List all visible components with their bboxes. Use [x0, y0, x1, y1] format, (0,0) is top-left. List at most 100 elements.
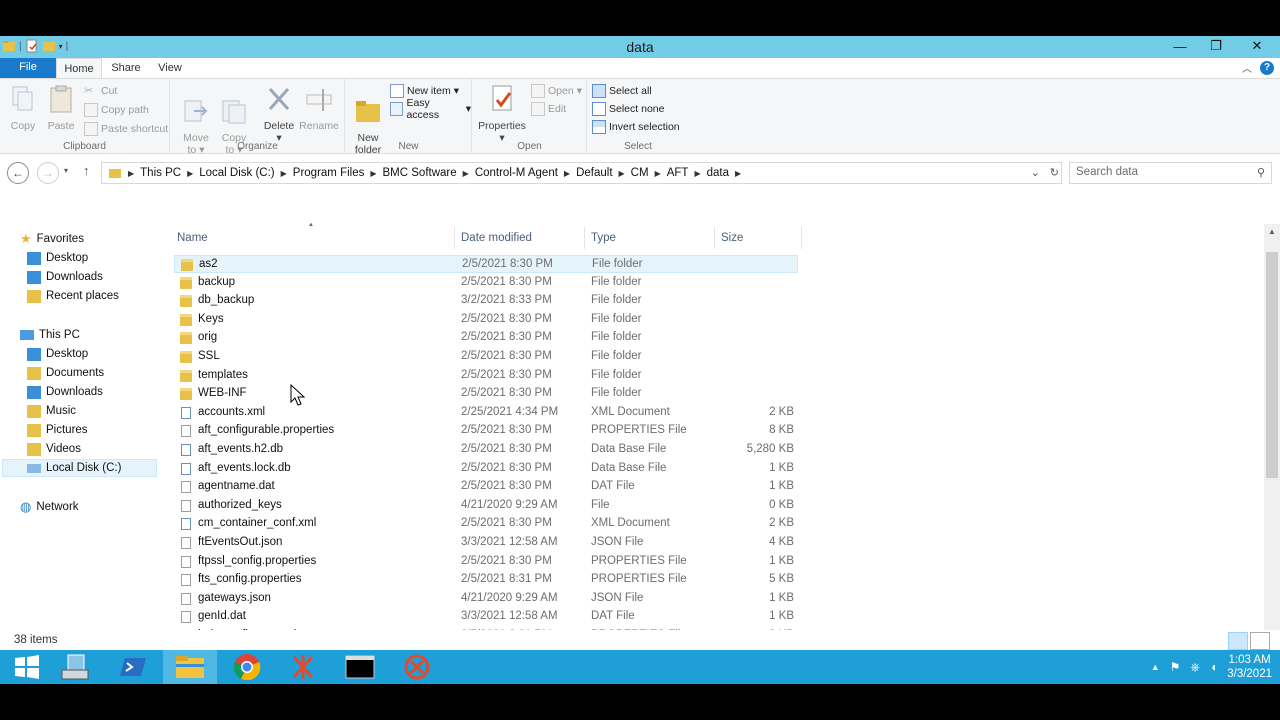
table-row[interactable]: aft_events.h2.db 2/5/2021 8:30 PM Data Bas… — [174, 441, 798, 459]
start-icon[interactable] — [0, 650, 54, 684]
table-row[interactable]: ftpssl_config.properties 2/5/2021 8:30 PM… — [174, 553, 798, 571]
drive-icon — [27, 463, 41, 473]
forward-icon[interactable]: → — [37, 162, 59, 184]
breadcrumb-control-m-agent[interactable]: Control-M Agent — [469, 167, 564, 179]
file-explorer-icon[interactable] — [163, 650, 217, 684]
tab-view[interactable]: View — [150, 58, 190, 78]
file-type: Data Base File — [591, 443, 667, 455]
volume-icon[interactable]: ◖ — [1210, 660, 1217, 674]
nav-pc-pictures[interactable]: Pictures — [27, 421, 88, 439]
up-icon[interactable]: ↑ — [83, 163, 90, 178]
table-row[interactable]: ftEventsOut.json 3/3/2021 12:58 AM JSON Fi… — [174, 534, 798, 552]
edit-button[interactable]: Edit — [531, 101, 566, 117]
rename-button[interactable]: Rename — [299, 83, 339, 132]
copy-button[interactable]: Copy — [6, 83, 40, 132]
delete-button[interactable]: Delete ▾ — [259, 83, 299, 144]
nav-pc-downloads[interactable]: Downloads — [27, 383, 103, 401]
select-none-button[interactable]: Select none — [592, 101, 664, 117]
search-input[interactable]: Search data ⚲ — [1069, 162, 1272, 184]
back-icon[interactable]: ← — [7, 162, 29, 184]
table-row[interactable]: accounts.xml 2/25/2021 4:34 PM XML Documen… — [174, 404, 798, 422]
column-header-type[interactable]: Type — [586, 227, 715, 249]
table-row[interactable]: backup 2/5/2021 8:30 PM File folder — [174, 274, 798, 292]
tab-file[interactable]: File — [0, 58, 56, 78]
collapse-ribbon-icon[interactable]: ︿ — [1242, 60, 1252, 75]
close-icon[interactable]: ✕ — [1234, 36, 1280, 56]
address-bar[interactable]: ▶ This PC ▶ Local Disk (C:) ▶ Program File… — [101, 162, 1062, 184]
table-row[interactable]: WEB-INF 2/5/2021 8:30 PM File folder — [174, 385, 798, 403]
scroll-thumb[interactable] — [1266, 252, 1278, 478]
breadcrumb-separator[interactable]: ▶ — [735, 169, 741, 178]
cut-button[interactable]: ✂ Cut — [84, 83, 117, 99]
nav-network[interactable]: ◍ Network — [20, 498, 79, 516]
table-row[interactable]: db_backup 3/2/2021 8:33 PM File folder — [174, 292, 798, 310]
paste-button[interactable]: Paste — [44, 83, 78, 132]
large-icons-view-icon[interactable] — [1250, 632, 1270, 650]
nav-pc-local-disk[interactable]: Local Disk (C:) — [2, 459, 157, 477]
clock[interactable]: 1:03 AM 3/3/2021 — [1227, 653, 1272, 681]
control-m-config-icon[interactable] — [390, 650, 444, 684]
tab-home[interactable]: Home — [56, 58, 102, 78]
easy-access-button[interactable]: Easy access ▾ — [390, 97, 471, 121]
column-header-size[interactable]: Size — [716, 227, 802, 249]
nav-fav-desktop[interactable]: Desktop — [27, 249, 88, 267]
breadcrumb-default[interactable]: Default — [570, 167, 618, 179]
refresh-icon[interactable]: ↻ — [1050, 166, 1059, 179]
breadcrumb-this-pc[interactable]: This PC — [134, 167, 187, 179]
table-row[interactable]: Keys 2/5/2021 8:30 PM File folder — [174, 311, 798, 329]
breadcrumb-aft[interactable]: AFT — [661, 167, 695, 179]
search-icon[interactable]: ⚲ — [1257, 166, 1265, 179]
table-row[interactable]: aft_events.lock.db 2/5/2021 8:30 PM Data B… — [174, 460, 798, 478]
network-tray-icon[interactable]: ⎈ — [1190, 660, 1200, 675]
tab-share[interactable]: Share — [104, 58, 148, 78]
nav-fav-downloads[interactable]: Downloads — [27, 268, 103, 286]
nav-pc-videos[interactable]: Videos — [27, 440, 81, 458]
table-row[interactable]: orig 2/5/2021 8:30 PM File folder — [174, 329, 798, 347]
column-header-name[interactable]: Name — [172, 227, 455, 249]
table-row[interactable]: authorized_keys 4/21/2020 9:29 AM File 0 KB — [174, 497, 798, 515]
invert-selection-button[interactable]: Invert selection — [592, 119, 680, 135]
control-m-icon[interactable] — [276, 650, 330, 684]
breadcrumb-cm[interactable]: CM — [625, 167, 655, 179]
table-row[interactable]: SSL 2/5/2021 8:30 PM File folder — [174, 348, 798, 366]
table-row[interactable]: genId.dat 3/3/2021 12:58 AM DAT File 1 KB — [174, 608, 798, 626]
copy-path-button[interactable]: Copy path — [84, 102, 149, 118]
table-row[interactable]: cm_container_conf.xml 2/5/2021 8:30 PM XML… — [174, 515, 798, 533]
column-header-date[interactable]: Date modified — [456, 227, 585, 249]
properties-button[interactable]: Properties ▾ — [477, 83, 527, 144]
server-manager-icon[interactable] — [48, 650, 102, 684]
table-row[interactable]: aft_configurable.properties 2/5/2021 8:30… — [174, 422, 798, 440]
help-icon[interactable]: ? — [1260, 60, 1274, 75]
table-row[interactable]: templates 2/5/2021 8:30 PM File folder — [174, 367, 798, 385]
breadcrumb-bmc-software[interactable]: BMC Software — [377, 167, 463, 179]
chrome-icon[interactable] — [220, 650, 274, 684]
table-row[interactable]: as2 2/5/2021 8:30 PM File folder — [174, 255, 798, 273]
nav-fav-recent-places[interactable]: Recent places — [27, 287, 119, 305]
open-button[interactable]: Open ▾ — [531, 83, 582, 99]
table-row[interactable]: gateways.json 4/21/2020 9:29 AM JSON File 1… — [174, 590, 798, 608]
details-view-icon[interactable] — [1228, 632, 1248, 650]
recent-locations-icon[interactable]: ▾ — [64, 166, 68, 175]
nav-this-pc[interactable]: This PC — [20, 326, 80, 344]
cmd-icon[interactable] — [333, 650, 387, 684]
nav-pc-desktop[interactable]: Desktop — [27, 345, 88, 363]
breadcrumb-program-files[interactable]: Program Files — [287, 167, 371, 179]
breadcrumb-data[interactable]: data — [701, 167, 735, 179]
paste-shortcut-button[interactable]: Paste shortcut — [84, 121, 168, 137]
action-center-icon[interactable]: ⚑ — [1170, 660, 1181, 674]
show-hidden-icons-icon[interactable]: ▲ — [1151, 662, 1160, 672]
table-row[interactable]: fts_config.properties 2/5/2021 8:31 PM PRO… — [174, 571, 798, 589]
nav-favorites[interactable]: ★ Favorites — [20, 230, 84, 248]
powershell-icon[interactable] — [106, 650, 160, 684]
minimize-icon[interactable]: — — [1162, 36, 1198, 56]
scroll-up-icon[interactable]: ▲ — [1264, 224, 1280, 240]
easy-access-label: Easy access — [406, 97, 440, 121]
table-row[interactable]: agentname.dat 2/5/2021 8:30 PM DAT File 1 K… — [174, 478, 798, 496]
restore-icon[interactable]: ❐ — [1198, 36, 1234, 56]
chevron-down-icon[interactable]: ⌄ — [1031, 166, 1040, 179]
select-all-button[interactable]: Select all — [592, 83, 652, 99]
vertical-scrollbar[interactable]: ▲ ▼ — [1264, 224, 1280, 662]
nav-pc-music[interactable]: Music — [27, 402, 76, 420]
nav-pc-documents[interactable]: Documents — [27, 364, 104, 382]
breadcrumb-local-disk[interactable]: Local Disk (C:) — [193, 167, 280, 179]
